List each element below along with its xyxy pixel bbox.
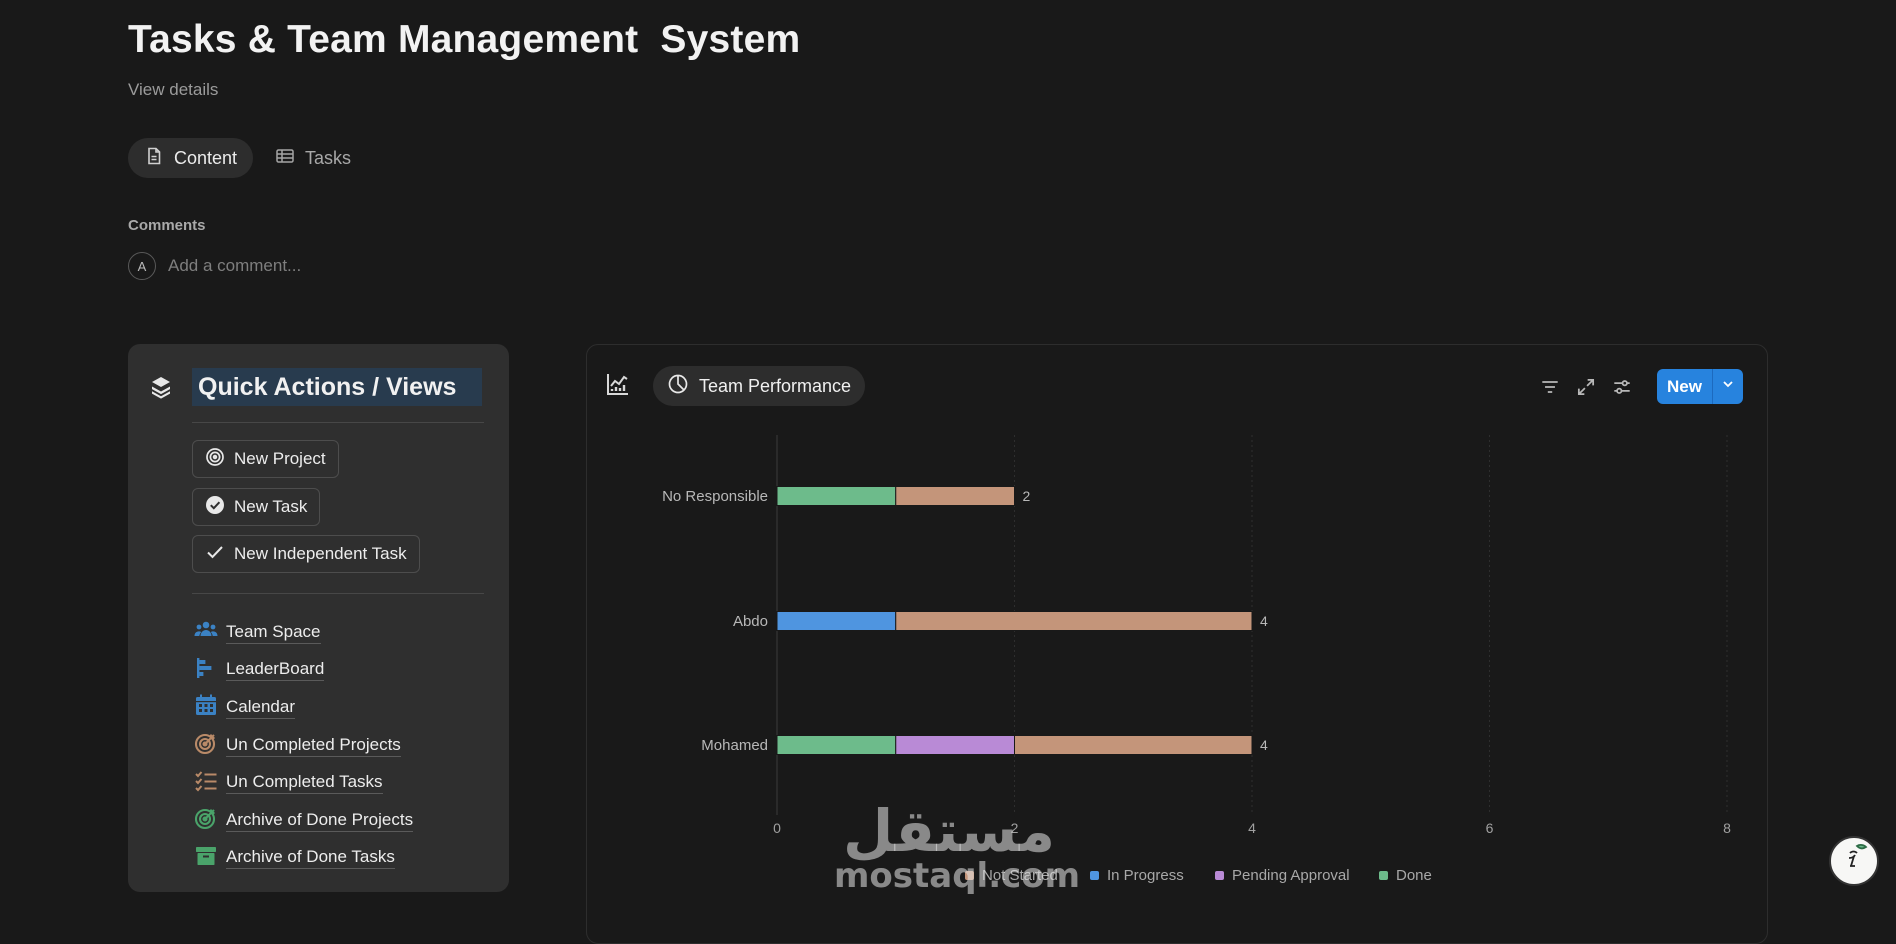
- leaderboard-label: LeaderBoard: [226, 659, 325, 682]
- team-space-label: Team Space: [226, 622, 321, 644]
- view-tabs: Content Tasks: [128, 138, 367, 178]
- bar-total-label: 4: [1260, 613, 1268, 629]
- bar-segment: [776, 611, 897, 631]
- bar-segment: [776, 486, 897, 506]
- comment-input[interactable]: Add a comment...: [168, 256, 301, 276]
- divider: [192, 593, 484, 594]
- document-icon: [144, 146, 164, 171]
- x-tick-label: 6: [1486, 820, 1494, 836]
- legend-label: Not Started: [982, 867, 1058, 884]
- bar-segment: [895, 611, 1253, 631]
- legend-swatch: [965, 871, 974, 880]
- team-performance-chart: 0 2 4 6 8 No Responsible 2 Abdo 4 Mohamed 4 Not Sta…: [662, 435, 1731, 884]
- archive-icon: [194, 844, 218, 873]
- uncompleted-projects-label: Un Completed Projects: [226, 735, 401, 757]
- legend-swatch: [1090, 871, 1099, 880]
- new-project-button[interactable]: New Project: [192, 440, 339, 478]
- new-task-label: New Task: [234, 497, 308, 516]
- uncompleted-tasks-link[interactable]: Un Completed Tasks: [194, 764, 413, 802]
- target-icon: [205, 447, 225, 472]
- checklist-icon: [194, 769, 218, 798]
- x-tick-label: 2: [1011, 820, 1019, 836]
- quick-actions-panel: Quick Actions / Views New Project New Ta…: [128, 344, 509, 892]
- x-tick-label: 0: [773, 820, 781, 836]
- x-tick-label: 4: [1248, 820, 1256, 836]
- legend-label: In Progress: [1107, 867, 1184, 884]
- bar-segment: [776, 735, 897, 755]
- legend-swatch: [1379, 871, 1388, 880]
- leaderboard-icon: [194, 656, 218, 685]
- tab-content-label: Content: [174, 147, 238, 168]
- comment-row: A Add a comment...: [128, 252, 301, 280]
- quick-actions-heading: Quick Actions / Views: [192, 368, 482, 406]
- bar-segment: [1014, 735, 1253, 755]
- legend-label: Pending Approval: [1232, 867, 1350, 884]
- team-space-link[interactable]: Team Space: [194, 614, 413, 652]
- new-independent-task-label: New Independent Task: [234, 544, 407, 563]
- new-task-button[interactable]: New Task: [192, 488, 321, 526]
- people-icon: [194, 618, 218, 647]
- tab-tasks-label: Tasks: [305, 147, 352, 168]
- archive-done-tasks-label: Archive of Done Tasks: [226, 847, 395, 870]
- avatar: A: [128, 252, 156, 280]
- page-title: Tasks & Team Management System: [128, 18, 801, 61]
- assistant-face-icon: [1837, 842, 1871, 881]
- leaderboard-link[interactable]: LeaderBoard: [194, 652, 413, 690]
- check-circle-icon: [205, 495, 225, 520]
- calendar-icon: [194, 693, 218, 722]
- tab-content[interactable]: Content: [128, 138, 254, 178]
- tab-tasks[interactable]: Tasks: [259, 138, 367, 178]
- archive-done-projects-label: Archive of Done Projects: [226, 810, 414, 832]
- y-category-label: No Responsible: [662, 488, 768, 505]
- chart-view-card: Team Performance New 0 2 4 6 8 No Responsible…: [586, 344, 1768, 944]
- target-icon: [194, 806, 218, 835]
- bar-total-label: 2: [1023, 488, 1031, 504]
- divider: [192, 422, 484, 423]
- x-tick-label: 8: [1723, 820, 1731, 836]
- target-icon: [194, 731, 218, 760]
- table-icon: [275, 146, 295, 171]
- new-project-label: New Project: [234, 449, 326, 468]
- archive-done-projects-link[interactable]: Archive of Done Projects: [194, 802, 414, 840]
- uncompleted-projects-link[interactable]: Un Completed Projects: [194, 727, 413, 765]
- calendar-link[interactable]: Calendar: [194, 689, 413, 727]
- checkmark-icon: [205, 542, 225, 567]
- layers-icon: [148, 374, 174, 400]
- bar-segment: [895, 735, 1015, 755]
- assistant-button[interactable]: [1829, 836, 1879, 886]
- y-category-label: Abdo: [733, 613, 768, 630]
- new-independent-task-button[interactable]: New Independent Task: [192, 535, 420, 573]
- y-category-label: Mohamed: [701, 737, 768, 754]
- quick-links-list: Team Space LeaderBoard Calendar Un Compl…: [194, 614, 414, 878]
- bar-segment: [895, 486, 1015, 506]
- uncompleted-tasks-label: Un Completed Tasks: [226, 772, 383, 795]
- calendar-label: Calendar: [226, 697, 295, 719]
- legend-swatch: [1215, 871, 1224, 880]
- legend-label: Done: [1396, 867, 1432, 884]
- view-details-link[interactable]: View details: [128, 80, 218, 100]
- archive-done-tasks-link[interactable]: Archive of Done Tasks: [194, 840, 413, 878]
- comments-label: Comments: [128, 217, 206, 234]
- bar-total-label: 4: [1260, 737, 1268, 753]
